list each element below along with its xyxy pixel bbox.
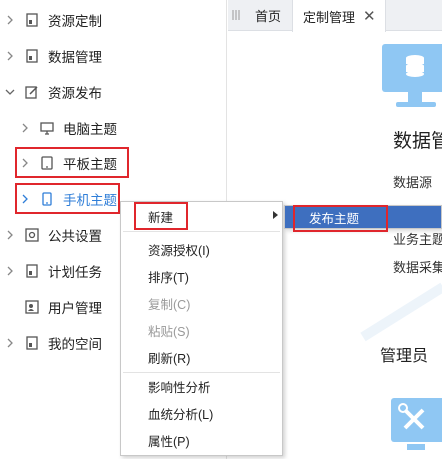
sidebar-item-public-settings[interactable]: 公共设置 — [4, 222, 102, 248]
document-icon — [25, 13, 39, 27]
menu-item-paste[interactable]: 粘贴(S) — [121, 317, 282, 343]
chevron-right-icon[interactable] — [19, 193, 31, 205]
sidebar-item-mobile-theme[interactable]: 手机主题 — [19, 186, 117, 212]
context-menu: 新建 资源授权(I) 排序(T) 复制(C) 粘贴(S) 刷新(R) 影响性分析… — [120, 201, 283, 456]
sidebar-item-scheduled-tasks[interactable]: 计划任务 — [4, 258, 102, 284]
sidebar-item-desktop-theme[interactable]: 电脑主题 — [19, 115, 117, 141]
chevron-right-icon[interactable] — [4, 265, 16, 277]
sidebar-item-tablet-theme[interactable]: 平板主题 — [19, 150, 117, 176]
section-heading-admin: 管理员 — [380, 348, 429, 365]
menu-item-lineage-analysis[interactable]: 血统分析(L) — [121, 400, 282, 426]
chevron-right-icon[interactable] — [4, 337, 16, 349]
close-icon[interactable]: ✕ — [363, 7, 376, 25]
menu-item-impact-analysis[interactable]: 影响性分析 — [121, 373, 282, 399]
chevron-right-icon[interactable] — [19, 122, 31, 134]
monitor-icon — [40, 121, 54, 135]
sidebar-item-label: 电脑主题 — [63, 122, 117, 137]
chevron-right-icon[interactable] — [4, 229, 16, 241]
edit-icon — [25, 85, 39, 99]
menu-item-label: 粘贴(S) — [148, 324, 190, 339]
chevron-right-icon[interactable] — [4, 50, 16, 62]
sidebar-item-resource-customize[interactable]: 资源定制 — [4, 7, 102, 33]
menu-item-label: 发布主题 — [309, 211, 360, 226]
tab-handle-icon[interactable] — [232, 9, 240, 21]
sidebar-item-label: 公共设置 — [48, 229, 102, 244]
tab-customize-management[interactable]: 定制管理 ✕ — [292, 0, 386, 32]
menu-item-label: 刷新(R) — [148, 351, 191, 366]
document-icon — [25, 336, 39, 350]
menu-item-label: 排序(T) — [148, 270, 189, 285]
sidebar-item-label: 资源定制 — [48, 14, 102, 29]
menu-item-resource-authorize[interactable]: 资源授权(I) — [121, 236, 282, 262]
menu-item-publish-theme[interactable]: 发布主题 — [285, 206, 441, 228]
database-illustration — [382, 44, 442, 114]
menu-item-label: 新建 — [148, 210, 174, 225]
menu-item-sort[interactable]: 排序(T) — [121, 263, 282, 289]
sidebar-item-user-management[interactable]: 用户管理 — [4, 294, 102, 320]
menu-item-properties[interactable]: 属性(P) — [121, 427, 282, 453]
menu-item-new[interactable]: 新建 — [121, 203, 282, 229]
menu-item-label: 属性(P) — [148, 434, 190, 449]
blank-spacer — [4, 301, 16, 313]
document-icon — [25, 49, 39, 63]
submenu-arrow-icon — [273, 211, 278, 219]
sidebar-item-label: 平板主题 — [63, 157, 117, 172]
tablet-icon — [40, 156, 54, 170]
feature-line: 数据源 — [393, 175, 433, 190]
menu-item-copy[interactable]: 复制(C) — [121, 290, 282, 316]
feature-line: 数据采集 — [393, 260, 442, 275]
sidebar-item-data-management[interactable]: 数据管理 — [4, 43, 102, 69]
sidebar-item-label: 资源发布 — [48, 86, 102, 101]
tab-home[interactable]: 首页 — [246, 0, 290, 31]
chevron-right-icon[interactable] — [19, 157, 31, 169]
gear-icon — [25, 228, 39, 242]
sidebar-item-label: 用户管理 — [48, 301, 102, 316]
section-heading-data: 数据管 — [393, 131, 442, 152]
menu-item-refresh[interactable]: 刷新(R) — [121, 344, 282, 370]
tab-label: 定制管理 — [303, 9, 356, 25]
menu-separator — [123, 231, 280, 232]
tools-illustration — [391, 398, 442, 459]
phone-icon — [40, 192, 54, 206]
menu-item-label: 资源授权(I) — [148, 243, 210, 258]
chevron-down-icon[interactable] — [4, 86, 16, 98]
menu-item-label: 复制(C) — [148, 297, 191, 312]
menu-item-label: 影响性分析 — [148, 380, 211, 395]
tab-label: 首页 — [254, 9, 281, 24]
sidebar-item-my-space[interactable]: 我的空间 — [4, 330, 102, 356]
sidebar-item-label: 计划任务 — [48, 265, 102, 280]
sidebar-item-label: 手机主题 — [63, 193, 117, 208]
user-icon — [25, 300, 39, 314]
chevron-right-icon[interactable] — [4, 14, 16, 26]
document-icon — [25, 264, 39, 278]
submenu-new: 发布主题 — [284, 205, 442, 229]
sidebar-item-resource-publish[interactable]: 资源发布 — [4, 79, 102, 105]
watermark-decoration — [358, 282, 442, 342]
sidebar-item-label: 我的空间 — [48, 337, 102, 352]
sidebar-item-label: 数据管理 — [48, 50, 102, 65]
feature-line: 业务主题 — [393, 232, 442, 247]
menu-item-label: 血统分析(L) — [148, 407, 214, 422]
